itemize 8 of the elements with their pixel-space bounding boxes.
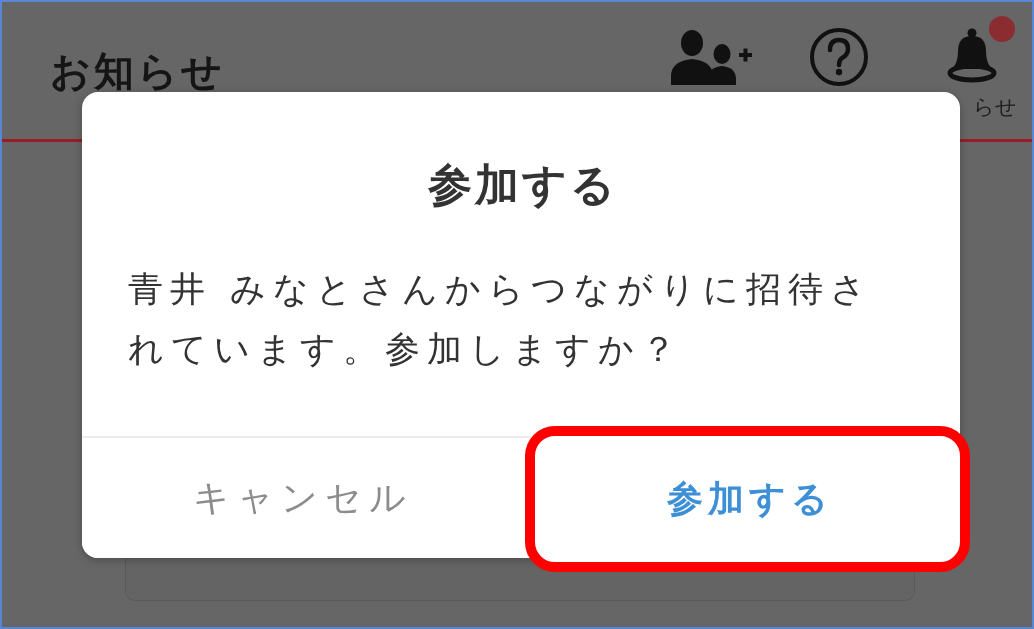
add-user-icon[interactable] xyxy=(670,30,752,85)
dialog-message: 青井 みなとさんからつながりに招待されています。参加しますか？ xyxy=(128,268,875,371)
help-icon[interactable] xyxy=(808,28,870,86)
cancel-button[interactable]: キャンセル xyxy=(82,438,518,558)
join-button[interactable]: 参加する xyxy=(524,426,970,572)
notifications-label: らせ xyxy=(973,94,1017,120)
page-title: お知らせ xyxy=(50,47,225,96)
dialog-title: 参加する xyxy=(426,158,618,212)
